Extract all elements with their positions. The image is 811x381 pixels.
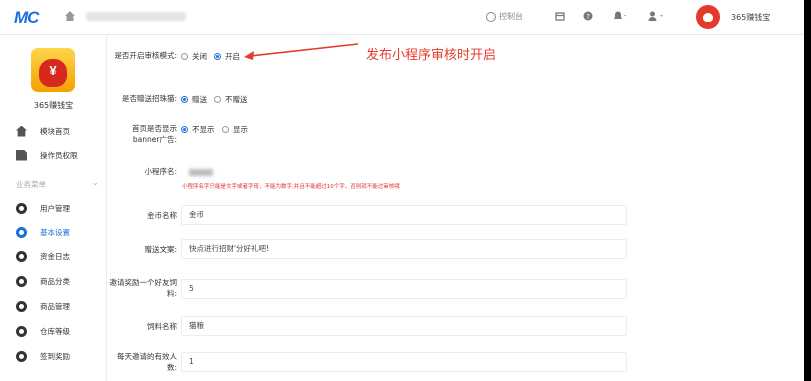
radio-gift-no[interactable]: 不赠送 xyxy=(214,94,248,105)
coin-name-input[interactable]: 金币 xyxy=(181,205,627,225)
radio-banner-hide[interactable]: 不显示 xyxy=(181,124,215,135)
bell-icon[interactable] xyxy=(613,11,627,21)
sidebar-item-user-management[interactable]: 用户管理 xyxy=(0,196,107,220)
app-window: MC 控制台 ? 365赚钱宝 ¥ 365赚钱宝 模块首页 操作员权限 业务菜单… xyxy=(0,0,804,381)
annotation-text: 发布小程序审核时开启 xyxy=(366,48,497,63)
top-bar: MC 控制台 ? 365赚钱宝 xyxy=(0,0,804,35)
sidebar-item-product-category[interactable]: 商品分类 xyxy=(0,269,107,293)
review-mode-label: 是否开启审核模式: xyxy=(114,51,177,60)
gear-icon xyxy=(16,325,27,337)
chevron-down-icon[interactable]: ⌄ xyxy=(92,178,99,187)
svg-text:?: ? xyxy=(586,13,590,21)
annotation-arrow xyxy=(244,43,359,60)
sidebar-item-warehouse-level[interactable]: 仓库等级 xyxy=(0,319,107,343)
gear-icon xyxy=(16,250,27,262)
mini-program-name-input[interactable] xyxy=(181,162,627,182)
gift-label: 是否赠送招珠猫: xyxy=(121,94,177,103)
mini-program-name-hint: 小程序名字只能是文字或者字母，不能为数字,并且不能超过10个字，否则就不能过审核… xyxy=(182,184,400,190)
daily-invite-input[interactable]: 1 xyxy=(181,352,627,372)
yen-icon: ¥ xyxy=(49,63,57,78)
user-menu-icon[interactable] xyxy=(648,11,664,21)
gear-icon xyxy=(16,350,27,362)
console-link[interactable]: 控制台 xyxy=(486,11,523,22)
banner-label: 首页是否显示banner广告: xyxy=(132,124,177,144)
sidebar-item-checkin-reward[interactable]: 签到奖励 xyxy=(0,344,107,368)
sidebar-item-product-management[interactable]: 商品管理 xyxy=(0,294,107,318)
app-logo[interactable]: MC xyxy=(14,8,39,28)
gear-icon xyxy=(16,275,27,287)
store-icon[interactable] xyxy=(555,11,565,21)
radio-banner-show[interactable]: 显示 xyxy=(222,124,248,135)
radio-gift-yes[interactable]: 赠送 xyxy=(181,94,207,105)
sidebar-section-title: 业务菜单 xyxy=(16,180,46,189)
blurred-breadcrumb xyxy=(86,12,186,21)
coin-name-label: 金币名称 xyxy=(147,211,177,220)
invite-reward-input[interactable]: 5 xyxy=(181,279,627,299)
sidebar-item-fund-log[interactable]: 资金日志 xyxy=(0,244,107,268)
settings-form: 是否开启审核模式: 关闭 开启 是否赠送招珠猫: 赠送 不赠送 首页是否显示ba… xyxy=(107,35,804,381)
gift-text-label: 赠送文案: xyxy=(144,245,177,254)
user-avatar[interactable] xyxy=(696,5,720,29)
gear-icon xyxy=(16,202,27,214)
feed-name-input[interactable]: 猫粮 xyxy=(181,316,627,336)
sidebar: ¥ 365赚钱宝 模块首页 操作员权限 业务菜单 ⌄ 用户管理 基本设置 资金日… xyxy=(0,35,107,381)
sidebar-item-operator-permissions[interactable]: 操作员权限 xyxy=(0,143,107,167)
daily-invite-label: 每天邀请的有效人数: xyxy=(117,352,177,372)
gift-text-input[interactable]: 快点进行招财'分好礼吧! xyxy=(181,239,627,259)
help-icon[interactable]: ? xyxy=(583,11,593,21)
radio-review-off[interactable]: 关闭 xyxy=(181,51,207,62)
user-name[interactable]: 365赚钱宝 xyxy=(731,12,770,23)
home-icon xyxy=(16,125,27,137)
gear-icon xyxy=(16,300,27,312)
radio-review-on[interactable]: 开启 xyxy=(214,51,240,62)
sidebar-item-basic-settings[interactable]: 基本设置 xyxy=(0,220,107,244)
globe-icon xyxy=(486,11,496,22)
app-avatar: ¥ xyxy=(31,48,75,92)
gear-icon xyxy=(16,226,27,238)
sidebar-app-name: 365赚钱宝 xyxy=(33,101,74,110)
feed-name-label: 饲料名称 xyxy=(147,322,177,331)
document-icon xyxy=(16,149,27,161)
mini-program-name-label: 小程序名: xyxy=(144,167,177,176)
invite-reward-label: 邀请奖励一个好友饲料: xyxy=(109,278,178,298)
sidebar-item-module-home[interactable]: 模块首页 xyxy=(0,119,107,143)
home-icon[interactable] xyxy=(64,10,76,22)
